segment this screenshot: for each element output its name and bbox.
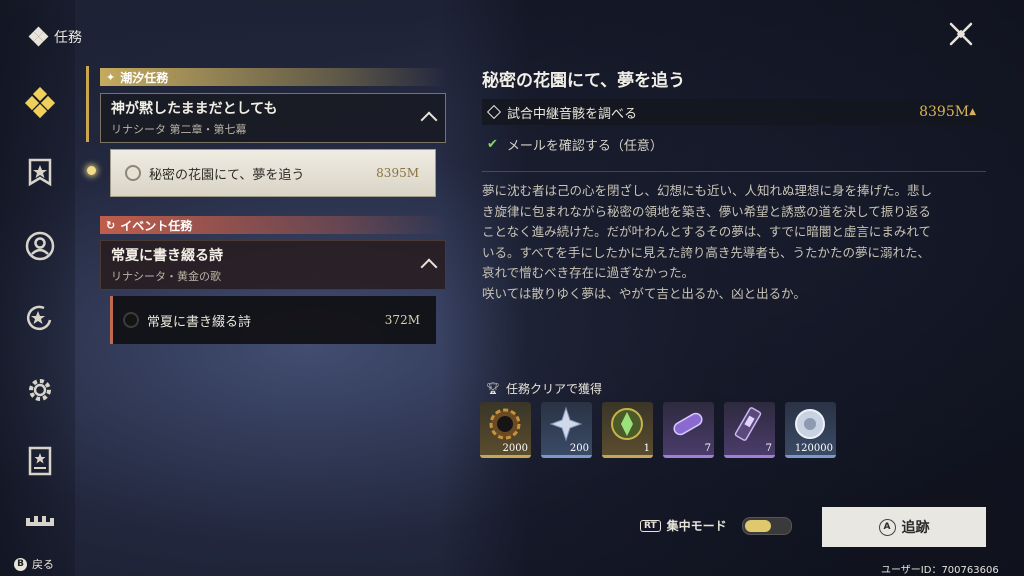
close-button[interactable] [945,18,977,50]
card-star-icon [28,446,52,476]
description-line: ことなく進み続けた。だが叶わんとするその夢は、すでに暗闇と虚言にまみれて [482,224,932,239]
castle-icon [26,516,54,526]
focus-mode-label: RT 集中モード [640,517,727,534]
status-circle-icon [125,165,141,181]
quest-item[interactable]: 常夏に書き綴る詩 372M [110,296,436,344]
quest-description: 夢に沈む者は己の心を閉ざし、幻想にも近い、人知れぬ理想に身を捧げた。悲し き旋律… [482,181,992,304]
focus-mode-text: 集中モード [666,519,727,533]
quest-group-2[interactable]: 常夏に書き綴る詩 リナシータ・黄金の歌 [100,240,446,290]
sidebar-tab-characters[interactable] [22,228,58,264]
quest-group-title: 神が黙したままだとしても [111,101,278,117]
track-button[interactable]: A 追跡 [822,507,986,547]
objective-label: 試合中継音骸を調べる [507,106,638,122]
reward-qty: 1 [643,443,650,454]
description-line: き旋律に包まれながら秘密の領地を築き、儚い希望と誘惑の道を決して振り返る [482,203,931,219]
reward-qty: 7 [765,443,772,454]
rewards-header: 🏆︎ 任務クリアで獲得 [486,380,602,397]
chevron-up-icon [420,258,438,276]
sparkle-icon: ✦ [106,70,116,84]
reward-qty: 2000 [502,443,528,454]
screen-title: 任務 [28,26,82,47]
reward-item[interactable]: 200 [541,402,592,458]
screen-title-text: 任務 [54,30,82,46]
detail-title: 秘密の花園にて、夢を追う [482,71,686,91]
tide-crystal-icon [611,408,643,440]
sidebar-tab-settings[interactable] [22,372,58,408]
status-circle-icon [123,312,139,328]
quest-item-label: 秘密の花園にて、夢を追う [149,167,305,183]
reward-item[interactable]: 7 [724,402,775,458]
description-line: いる。すべてを手にしたかに見えた誇り高き先導者も、うたかたの夢に溺れた、 [482,244,931,260]
disc-icon [795,409,825,439]
quest-diamond-icon [24,87,56,119]
reward-item[interactable]: 2000 [480,402,531,458]
sidebar-tab-story[interactable] [22,155,58,191]
rewards-list: 2000 200 1 7 7 120000 [480,402,836,458]
reward-item[interactable]: 1 [602,402,653,458]
direction-up-icon: ▲ [969,107,976,117]
quest-item-selected[interactable]: 秘密の花園にて、夢を追う 8395M [110,149,436,197]
quest-group-1[interactable]: 神が黙したままだとしても リナシータ 第二章・第七幕 [100,93,446,143]
category-event: ↻ イベント任務 [100,216,446,234]
objective-distance: 8395M [919,104,970,120]
description-line: 咲いては散りゆく夢は、やがて吉と出るか、凶と出るか。 [482,285,806,301]
sidebar-tab-archive[interactable] [22,443,58,479]
a-key-icon: A [878,518,896,536]
person-circle-icon [25,231,55,261]
tracking-dot-icon [87,166,96,175]
selected-group-marker [86,66,89,142]
description-line: 夢に沈む者は己の心を閉ざし、幻想にも近い、人知れぬ理想に身を捧げた。悲し [482,183,933,198]
b-key-icon: B [14,557,27,571]
star-refresh-icon [26,305,52,331]
trophy-icon: 🏆︎ [486,382,500,395]
sidebar-tab-events[interactable] [22,300,58,336]
reward-qty: 200 [569,443,589,454]
objective-row: 試合中継音骸を調べる 8395M ▲ [482,99,986,125]
canister-icon [734,407,762,441]
reward-item[interactable]: 120000 [785,402,836,458]
quest-item-distance: 372M [384,313,420,327]
description-line: 哀れで憎むべき存在に過ぎなかった。 [482,265,695,280]
quest-group-subtitle: リナシータ 第二章・第七幕 [111,123,247,136]
event-refresh-icon: ↻ [106,218,116,232]
rt-key-icon: RT [640,519,661,532]
quest-item-distance: 8395M [376,166,419,180]
toggle-knob [745,520,771,532]
chevron-up-icon [420,111,438,129]
reward-qty: 7 [704,443,711,454]
banner-icon [28,158,52,187]
optional-objective-label: メールを確認する（任意） [506,139,663,154]
back-label: 戻る [32,558,54,571]
focus-mode-toggle[interactable] [742,517,792,535]
quest-item-label: 常夏に書き綴る詩 [147,314,252,330]
close-icon [949,22,973,46]
sidebar-tab-quests[interactable] [22,85,58,121]
category-event-label: イベント任務 [120,218,193,233]
reward-item[interactable]: 7 [663,402,714,458]
sidebar-tab-more[interactable] [22,508,58,530]
star-shard-icon [549,406,583,442]
back-button[interactable]: B 戻る [14,556,54,572]
check-icon: ✔ [487,137,498,152]
rewards-label: 任務クリアで獲得 [505,382,602,396]
track-label: 追跡 [901,520,930,536]
quest-group-title: 常夏に書き綴る詩 [111,248,223,264]
category-tide: ✦ 潮汐任務 [100,68,446,86]
capsule-icon [673,412,703,436]
reward-qty: 120000 [794,443,833,454]
category-tide-label: 潮汐任務 [120,70,169,85]
quest-menu-icon [28,26,49,47]
detail-divider [482,171,986,172]
shell-credit-icon [489,408,521,440]
gear-icon [29,379,51,401]
optional-objective: ✔ メールを確認する（任意） [487,135,663,154]
user-id: ユーザーID：700763606 [881,565,999,576]
quest-group-subtitle: リナシータ・黄金の歌 [111,270,221,283]
objective-diamond-icon [486,104,502,120]
